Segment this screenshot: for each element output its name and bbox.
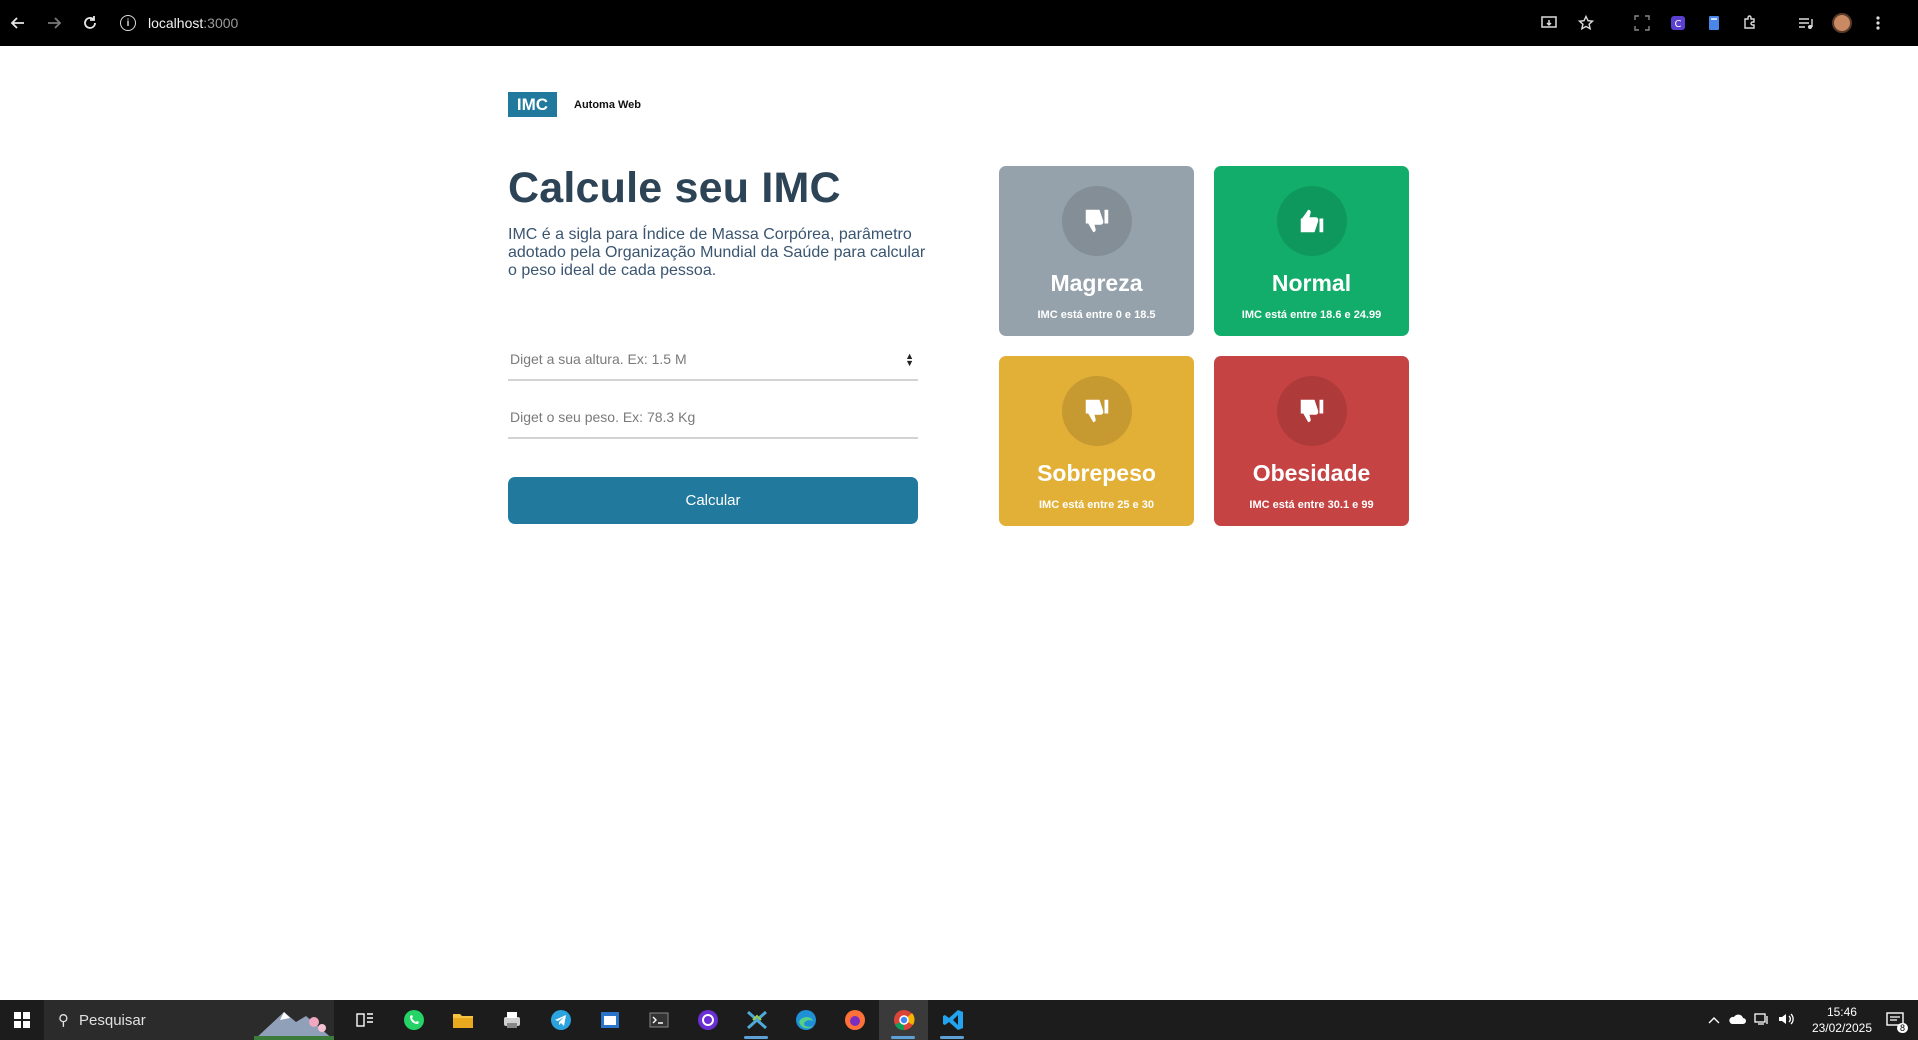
task-view-icon[interactable]	[340, 1000, 389, 1040]
taskbar-search[interactable]: ⚲ Pesquisar	[44, 1000, 334, 1040]
back-button[interactable]	[0, 0, 36, 46]
notification-count: 8	[1896, 1023, 1908, 1033]
file-explorer-icon[interactable]	[438, 1000, 487, 1040]
page-title: Calcule seu IMC	[508, 164, 841, 212]
printer-app-icon[interactable]	[487, 1000, 536, 1040]
arrow-left-icon	[10, 17, 24, 29]
window-app-icon[interactable]	[585, 1000, 634, 1040]
clock-date: 23/02/2025	[1811, 1021, 1872, 1035]
search-label: Pesquisar	[79, 1011, 146, 1029]
forward-button[interactable]	[36, 0, 72, 46]
card-sobrepeso: Sobrepeso IMC está entre 25 e 30	[999, 356, 1194, 526]
card-range: IMC está entre 0 e 18.5	[1037, 309, 1156, 321]
address-bar[interactable]: i localhost:3000	[120, 15, 238, 31]
bookmark-star-icon[interactable]	[1570, 7, 1602, 39]
whatsapp-icon[interactable]	[389, 1000, 438, 1040]
url-port: :3000	[203, 15, 239, 31]
brand-name: Automa Web	[574, 98, 642, 111]
url-host: localhost	[148, 15, 204, 31]
browser-toolbar: i localhost:3000 C	[0, 0, 1918, 46]
screenshot-icon[interactable]	[1626, 7, 1658, 39]
card-title: Magreza	[1050, 270, 1143, 296]
system-tray	[1708, 1012, 1796, 1029]
vscode-icon[interactable]	[928, 1000, 977, 1040]
calculate-button[interactable]: Calcular	[508, 477, 918, 524]
windows-taskbar: ⚲ Pesquisar 15:46 23/02/2025 8	[0, 1000, 1918, 1040]
menu-icon[interactable]	[1862, 7, 1894, 39]
thumbs-down-icon	[1276, 376, 1347, 446]
page-content: IMC Automa Web Calcule seu IMC IMC é a s…	[0, 46, 1918, 1000]
chrome-icon[interactable]	[879, 1000, 928, 1040]
page-description: IMC é a sigla para Índice de Massa Corpó…	[508, 226, 926, 279]
number-spinner[interactable]: ▲ ▼	[905, 352, 914, 368]
firefox-icon[interactable]	[830, 1000, 879, 1040]
logo: IMC Automa Web	[508, 92, 641, 117]
extensions-puzzle-icon[interactable]	[1734, 7, 1766, 39]
weight-field	[508, 397, 918, 439]
site-info-icon[interactable]: i	[120, 15, 136, 31]
profile-avatar[interactable]	[1826, 7, 1858, 39]
start-button[interactable]	[0, 1000, 44, 1040]
network-icon[interactable]	[1754, 1012, 1770, 1029]
card-range: IMC está entre 25 e 30	[1039, 499, 1154, 511]
volume-icon[interactable]	[1778, 1012, 1796, 1029]
card-title: Obesidade	[1252, 460, 1371, 486]
search-highlight-image	[254, 1012, 334, 1040]
arrow-right-icon	[48, 17, 62, 29]
media-control-icon[interactable]	[1790, 7, 1822, 39]
terminal-icon[interactable]	[634, 1000, 683, 1040]
thumbs-down-icon	[1061, 376, 1132, 446]
logo-badge: IMC	[508, 92, 557, 117]
xming-icon[interactable]	[732, 1000, 781, 1040]
thumbs-down-icon	[1061, 186, 1132, 256]
card-range: IMC está entre 18.6 e 24.99	[1241, 309, 1382, 321]
edge-icon[interactable]	[781, 1000, 830, 1040]
thumbs-up-icon	[1276, 186, 1347, 256]
chevron-up-icon[interactable]	[1708, 1013, 1720, 1027]
windows-logo-icon	[14, 1012, 30, 1028]
search-icon: ⚲	[58, 1012, 69, 1029]
extension-purple-icon[interactable]: C	[1662, 7, 1694, 39]
reload-icon	[84, 16, 96, 29]
reload-button[interactable]	[72, 0, 108, 46]
telegram-icon[interactable]	[536, 1000, 585, 1040]
onedrive-cloud-icon[interactable]	[1728, 1013, 1746, 1028]
height-field: ▲▼	[508, 339, 918, 381]
card-title: Normal	[1271, 270, 1352, 296]
weight-input[interactable]	[508, 397, 918, 437]
clock-time: 15:46	[1826, 1005, 1857, 1019]
notifications-button[interactable]: 8	[1884, 1009, 1908, 1033]
svg-text:C: C	[1675, 19, 1682, 30]
card-normal: Normal IMC está entre 18.6 e 24.99	[1214, 166, 1409, 336]
card-range: IMC está entre 30.1 e 99	[1249, 499, 1374, 511]
extension-blue-icon[interactable]	[1698, 7, 1730, 39]
purple-app-icon[interactable]	[683, 1000, 732, 1040]
card-obesidade: Obesidade IMC está entre 30.1 e 99	[1214, 356, 1409, 526]
card-title: Sobrepeso	[1037, 460, 1156, 486]
taskbar-clock[interactable]: 15:46 23/02/2025	[1812, 1004, 1872, 1036]
card-magreza: Magreza IMC está entre 0 e 18.5	[999, 166, 1194, 336]
install-app-icon[interactable]	[1534, 7, 1566, 39]
height-input[interactable]	[508, 339, 918, 379]
